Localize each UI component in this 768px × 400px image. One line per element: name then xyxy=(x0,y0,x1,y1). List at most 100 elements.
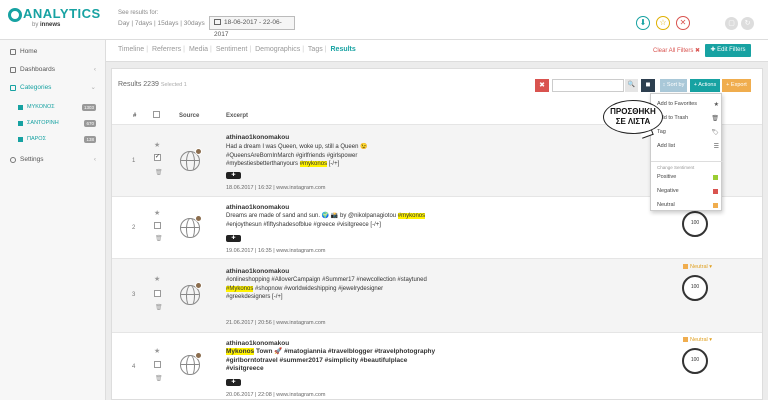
menu-item-add-to-trash[interactable]: Add to Trash 🗑 xyxy=(657,115,719,122)
tab-sentiment[interactable]: Sentiment xyxy=(216,46,248,53)
logo: ANALYTICS xyxy=(8,6,101,22)
menu-item-label: Tag xyxy=(657,129,666,135)
trash-icon[interactable]: 🗑 xyxy=(155,235,163,242)
neutral-swatch-icon xyxy=(713,203,718,208)
category-item[interactable]: ΠΑΡΟΣ 138 xyxy=(18,134,98,145)
categories-icon xyxy=(10,85,16,91)
post-author[interactable]: athinao1konomakou xyxy=(226,134,289,141)
menu-item-add-list[interactable]: Add list ☰ xyxy=(657,143,719,150)
top-bar: ANALYTICS by innews See results for: Day… xyxy=(0,0,768,40)
trash-icon[interactable]: ✕ xyxy=(676,16,690,30)
sidebar-item-label: Categories xyxy=(20,84,52,91)
sidebar-item-dashboards[interactable]: Dashboards ‹ xyxy=(0,62,106,78)
menu-item-tag[interactable]: Tag 🏷 xyxy=(657,129,719,136)
tag-add-icon[interactable]: ✚ xyxy=(226,379,241,386)
edit-filters-button[interactable]: ✚ Edit Filters xyxy=(705,44,751,57)
range-selector[interactable]: Day | 7days | 15days | 30days xyxy=(118,20,205,27)
star-icon[interactable]: ★ xyxy=(154,209,160,217)
row-checkbox[interactable] xyxy=(154,290,161,297)
tab-separator: | xyxy=(302,46,305,53)
menu-divider xyxy=(651,161,723,162)
export-label: Export xyxy=(730,82,747,88)
menu-item-add-to-favorites[interactable]: Add to Favorites ★ xyxy=(657,101,719,108)
date-range-value: 18-06-2017 - 22-06-2017 xyxy=(214,19,282,38)
search-input[interactable] xyxy=(552,79,624,92)
tab-media[interactable]: Media xyxy=(189,46,208,53)
row-checkbox[interactable] xyxy=(154,361,161,368)
export-button[interactable]: + Export xyxy=(722,79,751,92)
trash-icon: 🗑 xyxy=(711,116,719,122)
excerpt-line: #enjoythesun #fiftyshadesofblue #greece … xyxy=(226,221,381,228)
menu-item-negative[interactable]: Negative xyxy=(657,188,719,194)
star-icon[interactable]: ★ xyxy=(154,141,160,149)
post-author[interactable]: athinao1konomakou xyxy=(226,204,289,211)
tab-tags[interactable]: Tags xyxy=(308,46,323,53)
sort-by-button[interactable]: ↕ Sort by xyxy=(660,79,687,92)
sidebar-item-home[interactable]: Home xyxy=(0,44,106,60)
search-icon[interactable]: 🔍 xyxy=(625,79,638,92)
checkbox-checked-icon[interactable] xyxy=(18,105,23,110)
date-range-picker[interactable]: 18-06-2017 - 22-06-2017 xyxy=(209,16,295,38)
excerpt-text: [-/+] xyxy=(327,161,340,167)
tag-add-icon[interactable]: ✚ xyxy=(226,235,241,242)
keyword-highlight: #mykonos xyxy=(299,161,328,167)
callout-line: ΣΕ ΛΙΣΤΑ xyxy=(615,117,651,126)
sidebar-item-label: Home xyxy=(20,48,38,55)
menu-item-label: Add to Favorites xyxy=(657,101,698,107)
sidebar-item-categories[interactable]: Categories ⌄ xyxy=(0,80,106,96)
clear-all-filters-link[interactable]: Clear All Filters ✖ xyxy=(653,47,700,54)
star-icon[interactable]: ★ xyxy=(154,347,160,355)
gear-icon xyxy=(10,157,16,163)
refresh-icon[interactable]: ↻ xyxy=(741,17,754,30)
source-badge-icon xyxy=(195,215,202,222)
window-icon[interactable]: ▢ xyxy=(725,17,738,30)
trash-icon[interactable]: 🗑 xyxy=(155,375,163,382)
selected-count: Selected 1 xyxy=(160,82,187,88)
menu-item-neutral[interactable]: Neutral xyxy=(657,202,719,208)
excerpt-line: #onlineshopping #AlloverCampaign #Summer… xyxy=(226,277,427,283)
actions-button[interactable]: + Actions xyxy=(690,79,720,92)
tab-referrers[interactable]: Referrers xyxy=(152,46,181,53)
tab-timeline[interactable]: Timeline xyxy=(118,46,144,53)
select-all-checkbox[interactable] xyxy=(153,111,160,118)
dashboard-icon xyxy=(10,67,16,73)
row-checkbox-checked[interactable]: ✓ xyxy=(154,154,161,161)
sentiment-badge[interactable]: Neutral ▾ xyxy=(683,264,712,270)
sidebar-item-settings[interactable]: Settings ‹ xyxy=(0,152,106,168)
post-author[interactable]: athinao1konomakou xyxy=(226,268,289,275)
checkbox-checked-icon[interactable] xyxy=(18,121,23,126)
post-author[interactable]: athinao1konomakou xyxy=(226,340,289,347)
star-icon[interactable]: ☆ xyxy=(656,16,670,30)
change-sentiment-heading: Change Sentiment xyxy=(657,165,695,170)
table-row[interactable]: 3 ★ 🗑 athinao1konomakou #onlineshopping … xyxy=(112,258,762,332)
download-icon[interactable]: ⬇ xyxy=(636,16,650,30)
row-checkbox[interactable] xyxy=(154,222,161,229)
star-icon[interactable]: ★ xyxy=(154,275,160,283)
see-results-label: See results for: xyxy=(118,10,159,16)
post-meta: 18.06.2017 | 16:32 | www.instagram.com xyxy=(226,185,326,191)
trash-icon[interactable]: 🗑 xyxy=(155,304,163,311)
trash-icon[interactable]: 🗑 xyxy=(155,169,163,176)
tab-separator: | xyxy=(249,46,252,53)
category-label: ΣΑΝΤΟΡΙΝΗ xyxy=(27,120,59,126)
bookmark-icon[interactable]: ◼ xyxy=(641,79,655,92)
category-count: 138 xyxy=(84,136,96,143)
post-excerpt: Mykonos Town 🚀 #matogiannia #travelblogg… xyxy=(226,348,486,374)
menu-item-positive[interactable]: Positive xyxy=(657,174,719,180)
table-row[interactable]: 4 ★ 🗑 athinao1konomakou Mykonos Town 🚀 #… xyxy=(112,332,762,400)
category-count: 1303 xyxy=(81,104,96,111)
category-item[interactable]: ΣΑΝΤΟΡΙΝΗ 670 xyxy=(18,118,98,129)
tab-demographics[interactable]: Demographics xyxy=(255,46,300,53)
keyword-highlight: #Mykonos xyxy=(226,285,254,292)
results-total: Results 2239 xyxy=(118,81,159,88)
sentiment-badge[interactable]: Neutral ▾ xyxy=(683,337,712,343)
excerpt-line: Dreams are made of sand and sun. 🌍 📸 by … xyxy=(226,212,456,221)
checkbox-checked-icon[interactable] xyxy=(18,137,23,142)
tab-separator: | xyxy=(324,46,327,53)
tag-add-icon[interactable]: ✚ xyxy=(226,172,241,179)
category-item[interactable]: ΜΥΚΟΝΟΣ 1303 xyxy=(18,102,98,113)
delete-button[interactable]: ✖ xyxy=(535,79,549,92)
menu-item-label: Negative xyxy=(657,188,679,194)
excerpt-line: Had a dream I was Queen, woke up, still … xyxy=(226,144,368,150)
tab-results[interactable]: Results xyxy=(331,46,356,53)
